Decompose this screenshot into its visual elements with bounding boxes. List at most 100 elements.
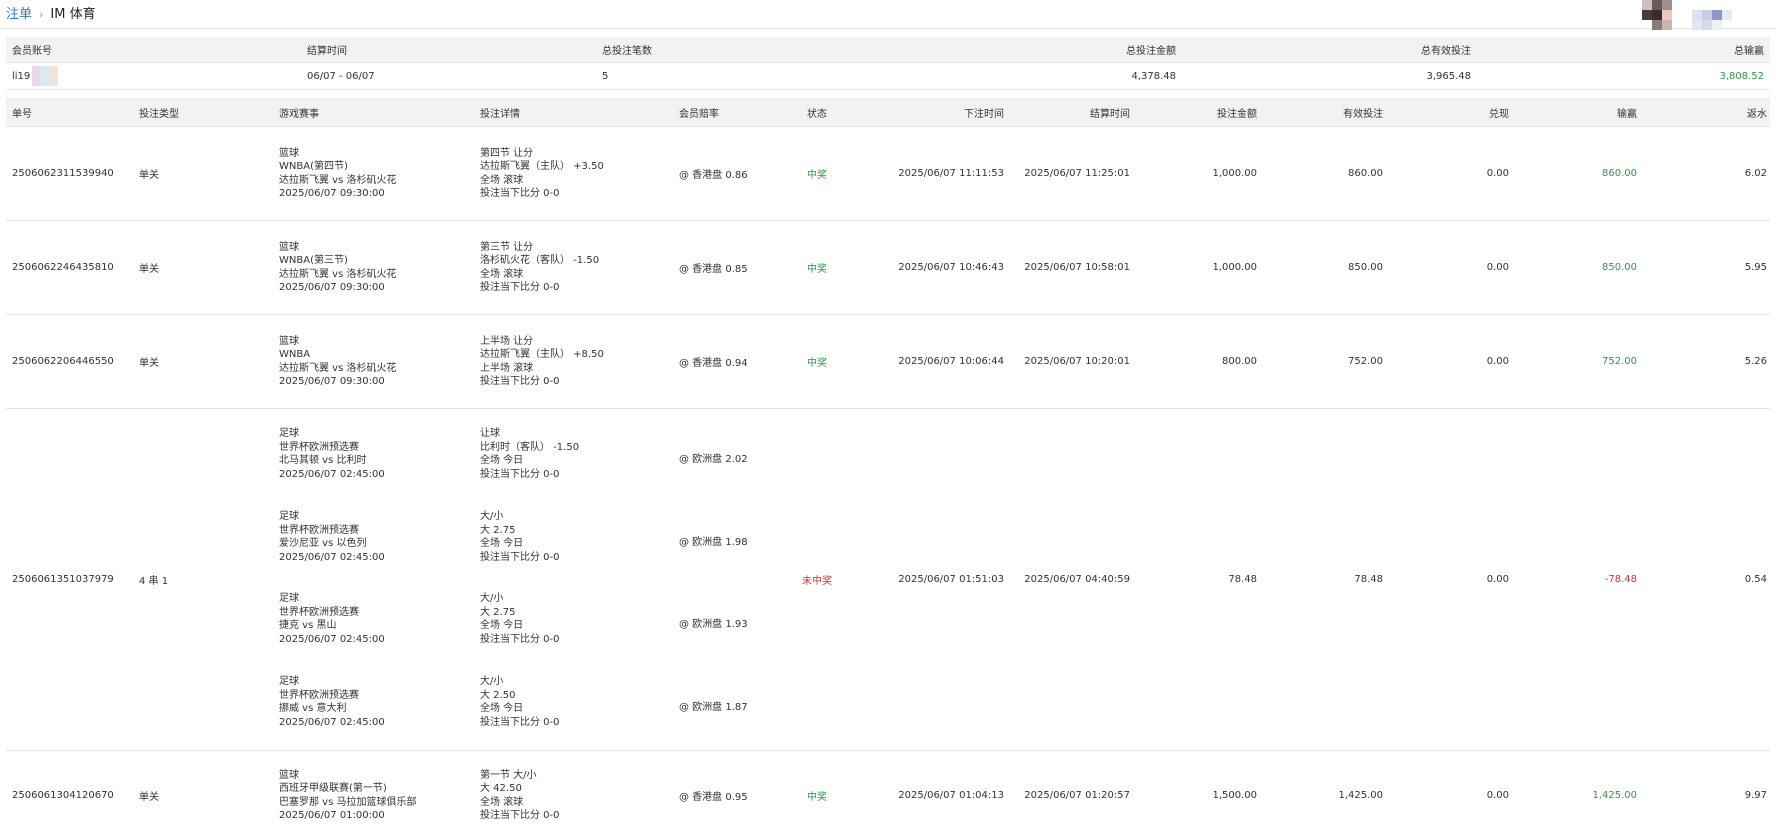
bet-time: 2025/06/07 10:06:44 xyxy=(898,356,1004,367)
summary-header: 会员账号 结算时间 总投注笔数 总投注金额 总有效投注 总输赢 xyxy=(6,37,1770,63)
member-odds: @ 欧洲盘 1.87 xyxy=(679,702,748,713)
winloss: 850.00 xyxy=(1602,262,1637,273)
bet-detail: 大/小 大 2.75 全场 今日 投注当下比分 0-0 xyxy=(480,511,560,563)
summary-total-winloss: 3,808.52 xyxy=(1719,70,1764,82)
account-masked-icon xyxy=(32,66,59,86)
bet-detail: 大/小 大 2.50 全场 今日 投注当下比分 0-0 xyxy=(480,676,560,728)
table-row[interactable]: 2506062206446550 单关 篮球 WNBA 达拉斯飞翼 vs 洛杉矶… xyxy=(6,315,1770,409)
col-bet-id: 单号 xyxy=(12,108,32,120)
bet-type: 单关 xyxy=(139,264,159,275)
cashout: 0.00 xyxy=(1486,356,1509,367)
settle-time: 2025/06/07 10:58:01 xyxy=(1024,262,1130,273)
col-status: 状态 xyxy=(807,108,827,120)
col-bet-time: 下注时间 xyxy=(964,108,1004,120)
bet-detail: 第四节 让分 达拉斯飞翼（主队） +3.50 全场 滚球 投注当下比分 0-0 xyxy=(480,147,604,200)
col-odds: 会员赔率 xyxy=(679,108,719,120)
status-badge: 中奖 xyxy=(807,358,827,369)
table-row[interactable]: 2506062311539940 单关 篮球 WNBA(第四节) 达拉斯飞翼 v… xyxy=(6,127,1770,221)
summary-total-valid: 3,965.48 xyxy=(1426,70,1471,82)
summary-header-total-bet: 总投注金额 xyxy=(1126,46,1176,57)
valid-bet: 850.00 xyxy=(1348,262,1383,273)
table-row[interactable]: 2506061304120670 单关 篮球 西班牙甲级联赛(第一节) 巴塞罗那… xyxy=(6,751,1770,840)
summary-header-bet-count: 总投注笔数 xyxy=(602,46,652,57)
valid-bet: 752.00 xyxy=(1348,356,1383,367)
status-badge: 中奖 xyxy=(807,792,827,803)
summary-table: 会员账号 结算时间 总投注笔数 总投注金额 总有效投注 总输赢 li19 06/… xyxy=(6,37,1770,90)
bet-detail: 上半场 让分 达拉斯飞翼（主队） +8.50 上半场 滚球 投注当下比分 0-0 xyxy=(480,335,604,388)
breadcrumb-current: IM 体育 xyxy=(50,7,96,22)
bet-id: 2506061351037979 xyxy=(12,574,114,585)
event-info: 篮球 WNBA(第四节) 达拉斯飞翼 vs 洛杉矶火花 2025/06/07 0… xyxy=(279,147,397,200)
bet-amount: 78.48 xyxy=(1228,574,1257,585)
member-odds: @ 香港盘 0.86 xyxy=(679,170,748,181)
member-odds: @ 欧洲盘 1.93 xyxy=(679,619,748,630)
cashout: 0.00 xyxy=(1486,790,1509,801)
top-bar: 注单 › IM 体育 xyxy=(0,0,1776,30)
bet-amount: 1,000.00 xyxy=(1212,168,1257,179)
user-avatar[interactable] xyxy=(1642,0,1772,30)
col-winloss: 输赢 xyxy=(1617,108,1637,120)
rebate: 9.97 xyxy=(1744,790,1767,801)
bet-time: 2025/06/07 01:04:13 xyxy=(898,790,1004,801)
cashout: 0.00 xyxy=(1486,168,1509,179)
rebate: 5.26 xyxy=(1744,356,1767,367)
breadcrumb-root-link[interactable]: 注单 xyxy=(6,7,32,22)
bet-detail: 第一节 大/小 大 42.50 全场 滚球 投注当下比分 0-0 xyxy=(480,769,560,822)
rebate: 0.54 xyxy=(1744,574,1767,585)
bet-detail: 大/小 大 2.75 全场 今日 投注当下比分 0-0 xyxy=(480,593,560,645)
valid-bet: 78.48 xyxy=(1354,574,1383,585)
col-cashout: 兑现 xyxy=(1489,108,1509,120)
winloss: 1,425.00 xyxy=(1592,790,1637,801)
rebate: 6.02 xyxy=(1744,168,1767,179)
bet-time: 2025/06/07 10:46:43 xyxy=(898,262,1004,273)
winloss: 860.00 xyxy=(1602,168,1637,179)
summary-account: li19 xyxy=(12,63,59,89)
summary-row: li19 06/07 - 06/07 5 4,378.48 3,965.48 3… xyxy=(6,63,1770,90)
bet-amount: 1,000.00 xyxy=(1212,262,1257,273)
summary-bet-count: 5 xyxy=(602,70,609,82)
bet-type: 单关 xyxy=(139,358,159,369)
breadcrumb: 注单 › IM 体育 xyxy=(6,3,96,22)
settle-time: 2025/06/07 10:20:01 xyxy=(1024,356,1130,367)
bet-id: 2506061304120670 xyxy=(12,790,114,801)
bets-table-header: 单号 投注类型 游戏赛事 投注详情 会员赔率 状态 下注时间 结算时间 投注金额… xyxy=(6,98,1770,127)
col-event: 游戏赛事 xyxy=(279,108,319,120)
summary-header-settle-time: 结算时间 xyxy=(307,46,347,57)
member-odds: @ 欧洲盘 1.98 xyxy=(679,537,748,548)
cashout: 0.00 xyxy=(1486,574,1509,585)
winloss: 752.00 xyxy=(1602,356,1637,367)
col-bet-type: 投注类型 xyxy=(139,108,179,120)
settle-time: 2025/06/07 01:20:57 xyxy=(1024,790,1130,801)
event-info: 足球 世界杯欧洲预选赛 捷克 vs 黑山 2025/06/07 02:45:00 xyxy=(279,593,385,645)
col-settle-time: 结算时间 xyxy=(1090,108,1130,120)
status-badge: 未中奖 xyxy=(802,576,832,587)
member-odds: @ 香港盘 0.85 xyxy=(679,264,748,275)
col-bet-detail: 投注详情 xyxy=(480,108,520,120)
member-odds: @ 香港盘 0.95 xyxy=(679,792,748,803)
table-row[interactable]: 2506061351037979 4 串 1 足球 世界杯欧洲预选赛 北马其顿 … xyxy=(6,409,1770,751)
bet-amount: 800.00 xyxy=(1222,356,1257,367)
table-row[interactable]: 2506062246435810 单关 篮球 WNBA(第三节) 达拉斯飞翼 v… xyxy=(6,221,1770,315)
bet-id: 2506062311539940 xyxy=(12,168,114,179)
summary-total-bet: 4,378.48 xyxy=(1131,70,1176,82)
event-info: 足球 世界杯欧洲预选赛 北马其顿 vs 比利时 2025/06/07 02:45… xyxy=(279,428,385,480)
bet-detail: 让球 比利时（客队） -1.50 全场 今日 投注当下比分 0-0 xyxy=(480,428,580,480)
bet-type: 4 串 1 xyxy=(139,576,169,587)
col-rebate: 返水 xyxy=(1747,108,1767,120)
winloss: -78.48 xyxy=(1604,574,1637,585)
rebate: 5.95 xyxy=(1744,262,1767,273)
bet-time: 2025/06/07 01:51:03 xyxy=(898,574,1004,585)
bet-type: 单关 xyxy=(139,792,159,803)
breadcrumb-separator-icon: › xyxy=(39,8,44,21)
status-badge: 中奖 xyxy=(807,264,827,275)
bet-type: 单关 xyxy=(139,170,159,181)
summary-header-account: 会员账号 xyxy=(12,46,52,57)
event-info: 篮球 WNBA 达拉斯飞翼 vs 洛杉矶火花 2025/06/07 09:30:… xyxy=(279,335,397,388)
bet-id: 2506062246435810 xyxy=(12,262,114,273)
event-info: 足球 世界杯欧洲预选赛 爱沙尼亚 vs 以色列 2025/06/07 02:45… xyxy=(279,511,385,563)
summary-header-total-winloss: 总输赢 xyxy=(1734,46,1764,57)
bet-amount: 1,500.00 xyxy=(1212,790,1257,801)
bet-id: 2506062206446550 xyxy=(12,356,114,367)
event-info: 篮球 西班牙甲级联赛(第一节) 巴塞罗那 vs 马拉加篮球俱乐部 2025/06… xyxy=(279,769,417,822)
settle-time: 2025/06/07 11:25:01 xyxy=(1024,168,1130,179)
